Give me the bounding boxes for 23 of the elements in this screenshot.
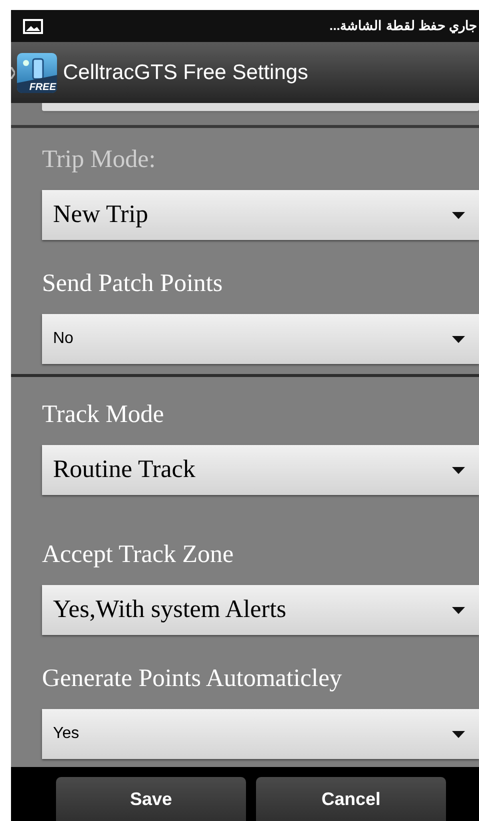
setting-label: Trip Mode: bbox=[41, 145, 157, 175]
notification-text: جاري حفظ لقطة الشاشة... bbox=[329, 17, 477, 36]
dropdown[interactable]: Yes,With system Alerts bbox=[42, 585, 479, 635]
app-title: CelltracGTS Free Settings bbox=[63, 60, 308, 86]
dropdown[interactable]: No bbox=[42, 314, 479, 364]
chevron-icon[interactable] bbox=[11, 66, 15, 78]
dropdown[interactable]: Routine Track bbox=[42, 445, 479, 495]
dropdown[interactable]: Yes bbox=[42, 709, 479, 759]
free-label: FREE bbox=[29, 82, 56, 92]
setting-label: Send Patch Points bbox=[42, 269, 224, 299]
screenshot-icon bbox=[23, 18, 43, 34]
dropdown-arrow-icon bbox=[452, 212, 465, 218]
dropdown-arrow-icon bbox=[452, 606, 465, 614]
dropdown-arrow-icon bbox=[452, 466, 465, 474]
setting-label: Generate Points Automaticley bbox=[42, 664, 343, 694]
action-button[interactable]: Cancel bbox=[256, 777, 446, 821]
app-icon[interactable]: FREE bbox=[17, 52, 57, 92]
dropdown[interactable]: New Trip bbox=[42, 190, 479, 240]
dropdown-arrow-icon bbox=[452, 730, 465, 738]
setting-label: Accept Track Zone bbox=[42, 540, 235, 570]
dropdown-arrow-icon bbox=[452, 336, 465, 342]
action-button[interactable]: Save bbox=[56, 777, 246, 821]
setting-label: Track Mode bbox=[41, 400, 165, 430]
